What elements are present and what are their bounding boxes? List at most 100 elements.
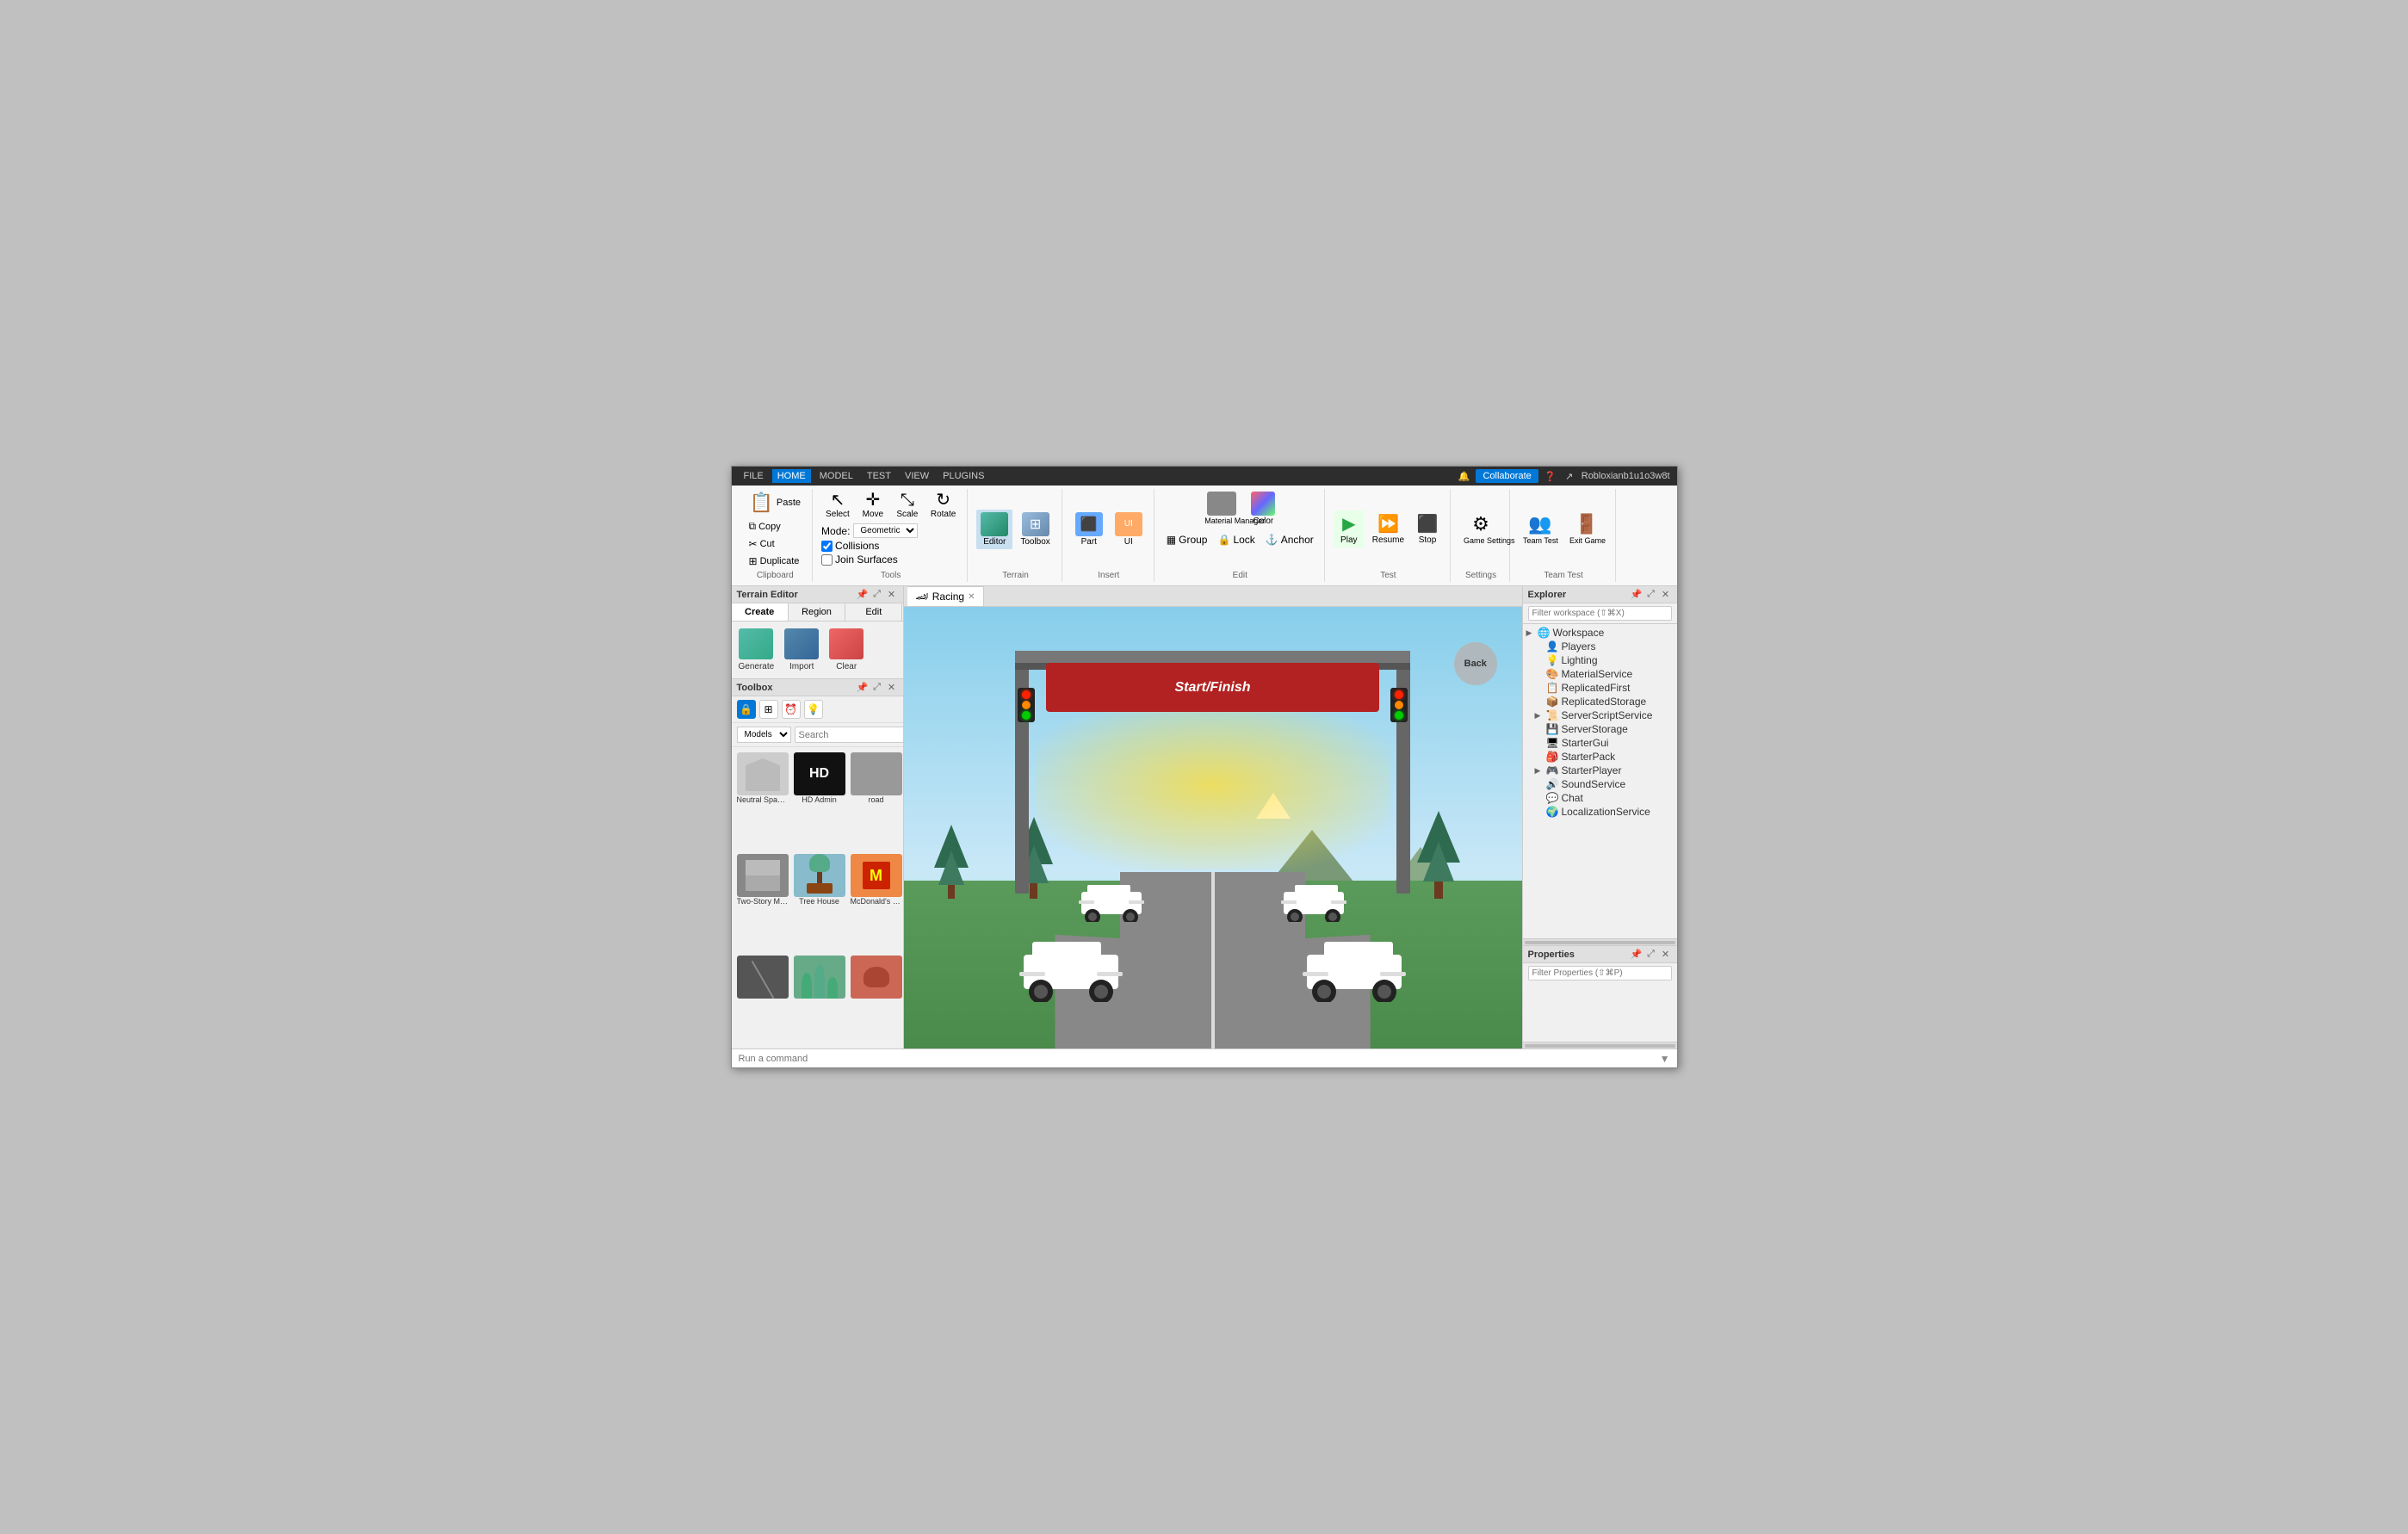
server-storage-label: ServerStorage: [1561, 723, 1627, 735]
mode-select[interactable]: Geometric: [853, 523, 918, 538]
editor-button[interactable]: Editor: [976, 510, 1012, 549]
tab-racing[interactable]: 🏎 Racing ✕: [907, 586, 985, 606]
properties-filter-input[interactable]: [1528, 966, 1672, 980]
tree-item-replicated-first[interactable]: ▶ 📋 ReplicatedFirst: [1523, 681, 1677, 695]
clear-item[interactable]: Clear: [829, 628, 864, 671]
toolbox-item-2[interactable]: road: [849, 751, 903, 851]
tree-item-starter-gui[interactable]: ▶ 🖥 StarterGui: [1523, 736, 1677, 750]
tree-item-players[interactable]: ▶ 👤 Players: [1523, 640, 1677, 653]
group-button[interactable]: ▦ Group: [1163, 532, 1211, 547]
toolbox-item-7[interactable]: [792, 954, 847, 1045]
move-button[interactable]: ✛ Move: [857, 489, 888, 522]
tree-item-sound-service[interactable]: ▶ 🔊 SoundService: [1523, 777, 1677, 791]
tree-item-workspace[interactable]: ▶ 🌐 Workspace: [1523, 626, 1677, 640]
duplicate-icon: ⊞: [749, 555, 758, 567]
toolbox-item-3[interactable]: Two-Story Modern...: [735, 852, 790, 952]
menu-home[interactable]: HOME: [772, 469, 811, 483]
filter-grid[interactable]: ⊞: [759, 700, 778, 719]
viewport-canvas[interactable]: Start/Finish: [904, 607, 1522, 1048]
import-item[interactable]: Import: [784, 628, 819, 671]
color-button[interactable]: Color: [1247, 489, 1279, 529]
share-icon[interactable]: ↗: [1563, 471, 1576, 482]
tree-item-chat[interactable]: ▶ 💬 Chat: [1523, 791, 1677, 805]
bell-icon[interactable]: 🔔: [1457, 471, 1470, 482]
models-select[interactable]: Models: [737, 727, 791, 743]
tab-region[interactable]: Region: [789, 603, 845, 621]
tree-item-starter-pack[interactable]: ▶ 🎒 StarterPack: [1523, 750, 1677, 764]
toolbox-item-6[interactable]: [735, 954, 790, 1045]
tree-item-localization[interactable]: ▶ 🌍 LocalizationService: [1523, 805, 1677, 819]
resume-button[interactable]: ⏩ Resume: [1368, 510, 1408, 547]
explorer-pin[interactable]: 📌: [1631, 589, 1643, 600]
play-button[interactable]: ▶ Play: [1334, 510, 1365, 547]
filter-lock[interactable]: 🔒: [737, 700, 756, 719]
toolbox-expand[interactable]: ⤢: [871, 682, 883, 693]
properties-pin[interactable]: 📌: [1631, 949, 1643, 960]
explorer-filter-input[interactable]: [1528, 606, 1672, 621]
material-manager-button[interactable]: Material Manager: [1200, 489, 1243, 529]
rotate-button[interactable]: ↻ Rotate: [926, 489, 960, 522]
menu-file[interactable]: FILE: [739, 469, 769, 483]
generate-item[interactable]: Generate: [739, 628, 775, 671]
toolbox-pin[interactable]: 📌: [857, 682, 869, 693]
toolbox-item-0[interactable]: Neutral Spawn...: [735, 751, 790, 851]
toolbox-ribbon-button[interactable]: ⊞ Toolbox: [1016, 510, 1054, 549]
toolbox-item-5[interactable]: M McDonald's Restaurant: [849, 852, 903, 952]
filter-bulb[interactable]: 💡: [804, 700, 823, 719]
tree-item-lighting[interactable]: ▶ 💡 Lighting: [1523, 653, 1677, 667]
explorer-scrollbar[interactable]: [1523, 938, 1677, 945]
scale-button[interactable]: ⤡ Scale: [892, 489, 923, 522]
collaborate-button[interactable]: Collaborate: [1476, 469, 1538, 483]
properties-close[interactable]: ✕: [1660, 949, 1672, 960]
tree-item-server-script[interactable]: ▶ 📜 ServerScriptService: [1523, 708, 1677, 722]
terrain-editor-pin[interactable]: 📌: [857, 589, 869, 600]
tree-item-material-service[interactable]: ▶ 🎨 MaterialService: [1523, 667, 1677, 681]
resume-label: Resume: [1372, 535, 1404, 545]
car-front-left: [1015, 925, 1127, 1005]
properties-controls: 📌 ⤢ ✕: [1631, 949, 1672, 960]
properties-scrollbar[interactable]: [1523, 1042, 1677, 1048]
menu-model[interactable]: MODEL: [814, 469, 858, 483]
select-button[interactable]: ↖ Select: [821, 489, 854, 522]
stop-button[interactable]: ⬛ Stop: [1412, 510, 1443, 547]
menu-plugins[interactable]: PLUGINS: [938, 469, 989, 483]
status-arrow[interactable]: ▼: [1660, 1053, 1670, 1065]
duplicate-button[interactable]: ⊞ Duplicate: [746, 554, 806, 569]
filter-clock[interactable]: ⏰: [782, 700, 801, 719]
stop-label: Stop: [1419, 535, 1437, 545]
command-input[interactable]: [739, 1054, 1660, 1064]
explorer-close[interactable]: ✕: [1660, 589, 1672, 600]
help-icon[interactable]: ❓: [1544, 471, 1557, 482]
explorer-expand[interactable]: ⤢: [1645, 589, 1657, 600]
join-surfaces-checkbox[interactable]: [821, 554, 833, 566]
racing-tab-close[interactable]: ✕: [968, 592, 975, 602]
menu-view[interactable]: VIEW: [900, 469, 934, 483]
ui-button[interactable]: UI UI: [1111, 510, 1147, 549]
lock-button[interactable]: 🔒 Lock: [1214, 532, 1258, 547]
menu-test[interactable]: TEST: [862, 469, 896, 483]
toolbox-item-1[interactable]: HD HD Admin: [792, 751, 847, 851]
properties-expand[interactable]: ⤢: [1645, 949, 1657, 960]
tree-item-starter-player[interactable]: ▶ 🎮 StarterPlayer: [1523, 764, 1677, 777]
exit-game-button[interactable]: 🚪 Exit Game: [1565, 510, 1608, 547]
toolbox-item-4[interactable]: Tree House: [792, 852, 847, 952]
game-settings-button[interactable]: ⚙ Game Settings: [1459, 510, 1502, 547]
search-input[interactable]: [799, 730, 903, 740]
paste-button[interactable]: 📋 Paste: [746, 489, 806, 516]
tree-item-replicated-storage[interactable]: ▶ 📦 ReplicatedStorage: [1523, 695, 1677, 708]
toolbox-close[interactable]: ✕: [886, 682, 898, 693]
anchor-button[interactable]: ⚓ Anchor: [1262, 532, 1317, 547]
cut-button[interactable]: ✂ Cut: [746, 536, 806, 552]
copy-button[interactable]: ⧉ Copy: [746, 518, 806, 535]
gantry-frame: Start/Finish: [1015, 651, 1411, 894]
collisions-checkbox[interactable]: [821, 541, 833, 552]
terrain-editor-expand[interactable]: ⤢: [871, 589, 883, 600]
toolbox-item-8[interactable]: [849, 954, 903, 1045]
team-test-button[interactable]: 👥 Team Test: [1519, 510, 1562, 547]
tree-item-server-storage[interactable]: ▶ 💾 ServerStorage: [1523, 722, 1677, 736]
tab-edit[interactable]: Edit: [845, 603, 902, 621]
tab-create[interactable]: Create: [732, 603, 789, 621]
terrain-editor-close[interactable]: ✕: [886, 589, 898, 600]
back-button[interactable]: Back: [1454, 642, 1497, 685]
part-button[interactable]: ⬛ Part: [1071, 510, 1107, 549]
